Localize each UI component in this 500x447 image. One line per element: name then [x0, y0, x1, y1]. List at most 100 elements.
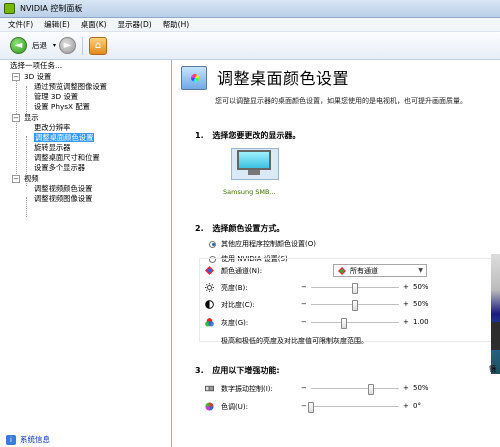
- tree-node-video[interactable]: − 视频: [12, 174, 39, 184]
- section-title: 选择您要更改的显示器。: [212, 131, 301, 140]
- menu-display[interactable]: 显示器(D): [118, 19, 152, 30]
- tree-item-desktop-size[interactable]: 调整桌面尺寸和位置: [34, 153, 100, 163]
- section-number: 2.: [195, 224, 204, 233]
- radio-button-checked[interactable]: [209, 240, 216, 248]
- info-icon: i: [6, 434, 16, 445]
- window-title: NVIDIA 控制面板: [20, 4, 83, 13]
- display-name[interactable]: Samsung SMB...: [223, 188, 276, 196]
- range-note: 极高和极低的亮度及对比度值可限制灰度范围。: [221, 337, 368, 345]
- color-channel-value: 所有通道: [350, 266, 378, 275]
- section-select-display: 1. 选择您要更改的显示器。: [195, 130, 300, 141]
- tree-item-image-preview[interactable]: 通过预览调整图像设置: [34, 82, 107, 92]
- brightness-increase[interactable]: +: [403, 283, 409, 291]
- vibrance-increase[interactable]: +: [403, 384, 409, 392]
- toolbar-separator: [82, 36, 84, 55]
- system-info-label: 系统信息: [20, 435, 50, 444]
- slider-thumb[interactable]: [352, 300, 358, 311]
- menu-bar: 文件(F) 编辑(E) 桌面(K) 显示器(D) 帮助(H): [0, 18, 500, 32]
- tree-node-label: 显示: [24, 113, 39, 122]
- tree-item-label: 旋转显示器: [34, 143, 71, 152]
- color-channel-row: 颜色通道(N): 所有通道 ▼: [205, 264, 465, 278]
- hue-wheel-icon: [205, 402, 214, 411]
- brightness-decrease[interactable]: −: [301, 283, 307, 291]
- gamma-increase[interactable]: +: [403, 318, 409, 326]
- vibrance-row: 数字振动控制(I): − + 50%: [205, 382, 465, 396]
- collapse-icon[interactable]: −: [12, 114, 20, 122]
- hue-row: 色调(U): − + 0°: [205, 400, 465, 414]
- system-info-link[interactable]: i 系统信息: [6, 434, 50, 445]
- hue-value: 0°: [413, 402, 421, 410]
- gamma-decrease[interactable]: −: [301, 318, 307, 326]
- brightness-value: 50%: [413, 283, 429, 291]
- mirror-label: 镜: [489, 365, 496, 373]
- tree-item-label: 调整视频颜色设置: [34, 184, 93, 193]
- section-title: 应用以下增强功能:: [212, 366, 280, 375]
- hue-decrease[interactable]: −: [301, 402, 307, 410]
- section-enhancements: 3. 应用以下增强功能:: [195, 365, 280, 376]
- tree-connector: [16, 76, 17, 176]
- radio-other-apps[interactable]: 其他应用程序控制颜色设置(O): [209, 239, 316, 249]
- tree-item-desktop-color[interactable]: 调整桌面颜色设置: [34, 133, 95, 143]
- section-number: 1.: [195, 131, 204, 140]
- history-dropdown-icon[interactable]: ▾: [53, 42, 56, 49]
- menu-edit[interactable]: 编辑(E): [44, 19, 70, 30]
- tree-node-label: 视频: [24, 174, 39, 183]
- sidebar-header: 选择一项任务...: [10, 61, 63, 70]
- brightness-label: 亮度(B):: [221, 284, 248, 292]
- color-channel-dropdown[interactable]: 所有通道 ▼: [333, 264, 427, 277]
- tree-item-multi-display[interactable]: 设置多个显示器: [34, 163, 85, 173]
- page-header: 调整桌面颜色设置: [173, 60, 500, 96]
- brightness-row: 亮度(B): − + 50%: [205, 281, 465, 295]
- gamma-label: 灰度(G):: [221, 319, 249, 327]
- toolbar: ◄ 后退 ▾ ► ⌂: [0, 32, 500, 60]
- slider-thumb[interactable]: [308, 402, 314, 413]
- tree-item-label: 设置 PhysX 配置: [34, 102, 90, 111]
- tree-item-label: 更改分辨率: [34, 123, 71, 132]
- vibrance-decrease[interactable]: −: [301, 384, 307, 392]
- color-channel-label: 颜色通道(N):: [221, 267, 263, 275]
- color-channel-icon: [205, 266, 214, 275]
- vibrance-label: 数字振动控制(I):: [221, 385, 273, 393]
- section-color-method: 2. 选择颜色设置方式。: [195, 223, 284, 234]
- tree-item-physx[interactable]: 设置 PhysX 配置: [34, 102, 90, 112]
- slider-thumb[interactable]: [367, 384, 374, 395]
- tree-item-label: 调整桌面尺寸和位置: [34, 153, 100, 162]
- tree-node-3d-settings[interactable]: − 3D 设置: [12, 72, 51, 82]
- tree-connector: [26, 86, 27, 116]
- desktop-color-icon: [181, 66, 207, 90]
- tree-item-label: 调整桌面颜色设置: [34, 133, 95, 142]
- collapse-icon[interactable]: −: [12, 175, 20, 183]
- home-icon[interactable]: ⌂: [89, 36, 108, 55]
- slider-thumb[interactable]: [341, 318, 348, 329]
- contrast-decrease[interactable]: −: [301, 300, 307, 308]
- slider-thumb[interactable]: [352, 283, 358, 294]
- hue-increase[interactable]: +: [403, 402, 409, 410]
- gamma-slider[interactable]: [311, 318, 399, 329]
- tree-item-video-image[interactable]: 调整视频图像设置: [34, 194, 92, 204]
- gamma-value: 1.00: [413, 318, 429, 326]
- back-arrow-icon[interactable]: ◄: [10, 37, 27, 54]
- brightness-slider[interactable]: [311, 283, 399, 294]
- back-button[interactable]: 后退: [32, 40, 47, 51]
- menu-desktop[interactable]: 桌面(K): [81, 19, 107, 30]
- contrast-increase[interactable]: +: [403, 300, 409, 308]
- menu-file[interactable]: 文件(F): [8, 19, 33, 30]
- monitor-icon[interactable]: [235, 150, 273, 176]
- tree-item-resolution[interactable]: 更改分辨率: [34, 123, 70, 133]
- all-channels-icon: [338, 266, 346, 275]
- vibrance-slider[interactable]: [311, 384, 399, 395]
- menu-help[interactable]: 帮助(H): [163, 19, 190, 30]
- title-bar: NVIDIA 控制面板: [0, 0, 500, 18]
- gamma-row: 灰度(G): − + 1.00: [205, 316, 465, 330]
- tree-item-manage-3d[interactable]: 管理 3D 设置: [34, 92, 78, 102]
- tree-item-rotate[interactable]: 旋转显示器: [34, 143, 70, 153]
- contrast-icon: [205, 300, 214, 309]
- collapse-icon[interactable]: −: [12, 73, 20, 81]
- hue-label: 色调(U):: [221, 403, 248, 411]
- contrast-slider[interactable]: [311, 300, 399, 311]
- forward-arrow-icon[interactable]: ►: [59, 37, 77, 54]
- tree-node-display[interactable]: − 显示: [12, 113, 39, 123]
- tree-item-video-color[interactable]: 调整视频颜色设置: [34, 184, 92, 194]
- hue-slider[interactable]: [308, 402, 399, 413]
- main-panel: 调整桌面颜色设置 您可以调整显示器的桌面颜色设置，如果您使用的是电视机，也可提升…: [173, 60, 500, 447]
